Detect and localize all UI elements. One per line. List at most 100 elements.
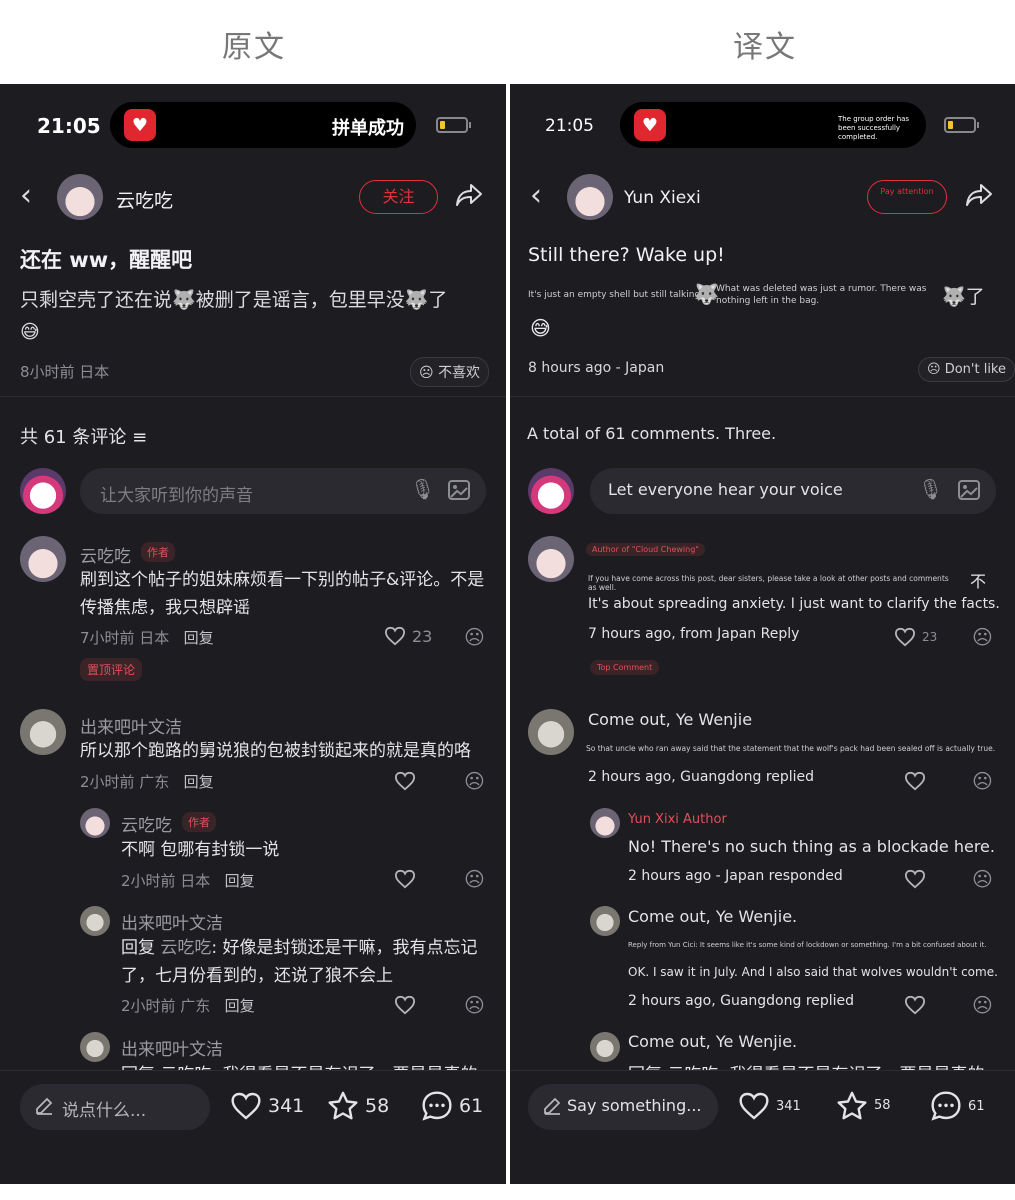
comments-button[interactable]: 61 (930, 1090, 985, 1122)
reply-author-name[interactable]: Come out, Ye Wenjie. (628, 907, 797, 926)
like-button[interactable]: 23 (384, 626, 432, 646)
dynamic-island[interactable]: ♥ The group order has been successfully … (620, 102, 926, 148)
dislike-face-icon[interactable]: ☹ (464, 993, 485, 1017)
dislike-button[interactable]: ☹ Don't like (918, 357, 1015, 382)
dislike-face-icon[interactable]: ☹ (972, 625, 993, 649)
comment-glyph: 不 (970, 572, 987, 591)
reply-author-name[interactable]: 云吃吃 (121, 811, 172, 836)
post-like-button[interactable]: 341 (738, 1091, 801, 1121)
image-icon[interactable] (448, 480, 470, 500)
heart-icon[interactable] (904, 869, 926, 889)
dislike-face-icon[interactable]: ☹ (464, 867, 485, 891)
comment-text: 所以那个跑路的舅说狼的包被封锁起来的就是真的咯 (80, 741, 471, 761)
original-label: 原文 (222, 30, 286, 65)
reply-author-name[interactable]: 出来吧叶文洁 (121, 1035, 223, 1060)
author-name[interactable]: Yun Xiexi (624, 188, 701, 208)
post-like-button[interactable]: 341 (230, 1091, 304, 1121)
reply-avatar[interactable] (80, 906, 110, 936)
dislike-face-icon[interactable]: ☹ (464, 625, 485, 649)
post-like-count: 341 (268, 1095, 305, 1117)
heart-icon[interactable] (904, 995, 926, 1015)
favorite-button[interactable]: 58 (836, 1090, 891, 1121)
say-something-placeholder: 说点什么... (62, 1101, 147, 1121)
reply-author-name[interactable]: Yun Xixi Author (628, 812, 727, 827)
microphone-icon[interactable]: 🎙 (410, 477, 435, 501)
dislike-face-icon[interactable]: ☹ (972, 867, 993, 891)
comment-author-name[interactable]: 出来吧叶文洁 (80, 713, 182, 738)
mention-link[interactable]: 云吃吃 (160, 938, 211, 958)
comment-time: 7小时前 日本 (80, 629, 170, 647)
separator (510, 396, 1015, 397)
author-avatar[interactable] (567, 174, 613, 220)
favorite-button[interactable]: 58 (327, 1090, 389, 1121)
comment-avatar[interactable] (528, 536, 574, 582)
post-body-part-3: 了 (965, 286, 985, 308)
say-something-input[interactable]: 说点什么... (20, 1084, 210, 1130)
heart-icon[interactable] (394, 771, 416, 791)
like-count: 23 (412, 626, 433, 646)
comment-input[interactable]: 让大家听到你的声音 🎙 (80, 468, 486, 514)
chat-bubble-icon (422, 1091, 452, 1121)
heart-icon[interactable] (904, 771, 926, 791)
reply-small-text: Reply from Yun Cici: It seems like it's … (628, 941, 987, 949)
say-something-input[interactable]: Say something... (528, 1084, 718, 1130)
image-icon[interactable] (958, 480, 980, 500)
comment-author-name[interactable]: 云吃吃 (80, 542, 131, 567)
post-body-part-2: What was deleted was just a rumor. There… (716, 284, 927, 306)
author-name[interactable]: 云吃吃 (116, 186, 173, 213)
share-icon[interactable] (964, 182, 994, 208)
pencil-icon (34, 1096, 54, 1116)
reply-link[interactable]: 回复 (184, 773, 214, 791)
reply-text: 不啊 包哪有封锁一说 (121, 840, 280, 860)
comments-button[interactable]: 61 (421, 1090, 483, 1122)
dislike-button[interactable]: ☹ 不喜欢 (410, 357, 490, 387)
heart-icon[interactable] (394, 995, 416, 1015)
heart-icon[interactable] (394, 869, 416, 889)
reply-text: 回复 云吃吃: 好像是封锁还是干嘛，我有点忘记了，七月份看到的，还说了狼不会上 (121, 934, 489, 990)
reply-avatar[interactable] (80, 1032, 110, 1062)
follow-button[interactable]: 关注 (359, 180, 438, 214)
reply-avatar[interactable] (590, 1032, 620, 1062)
comment-count[interactable]: A total of 61 comments. Three. (527, 424, 776, 443)
dynamic-island[interactable]: ♥ 拼单成功 (110, 102, 416, 148)
dislike-face-icon[interactable]: ☹ (464, 769, 485, 793)
reply-meta[interactable]: 2 hours ago - Japan responded (628, 868, 843, 884)
post-body-part-1: 只剩空壳了还在说 (20, 289, 173, 311)
microphone-icon[interactable]: 🎙 (918, 477, 943, 501)
follow-button[interactable]: Pay attention (867, 180, 947, 214)
dislike-face-icon[interactable]: ☹ (972, 769, 993, 793)
star-icon (328, 1091, 358, 1120)
reply-meta[interactable]: 2 hours ago, Guangdong replied (628, 993, 854, 1009)
reply-prefix: 回复 (121, 938, 161, 958)
reply-author-name[interactable]: Come out, Ye Wenjie. (628, 1032, 797, 1051)
island-text: 拼单成功 (332, 118, 404, 139)
comment-input[interactable]: Let everyone hear your voice 🎙 (590, 468, 996, 514)
reply-link[interactable]: 回复 (225, 872, 255, 890)
comment-meta[interactable]: 7 hours ago, from Japan Reply (588, 626, 799, 642)
comment-avatar[interactable] (528, 709, 574, 755)
dislike-face-icon[interactable]: ☹ (972, 993, 993, 1017)
reply-avatar[interactable] (80, 808, 110, 838)
reply-author-name[interactable]: 出来吧叶文洁 (121, 909, 223, 934)
comment-meta[interactable]: 2 hours ago, Guangdong replied (588, 769, 814, 785)
translated-panel: 21:05 ♥ The group order has been success… (510, 84, 1015, 1184)
like-button[interactable]: 23 (894, 627, 937, 647)
heart-icon (231, 1092, 261, 1120)
share-icon[interactable] (454, 182, 484, 208)
author-avatar[interactable] (57, 174, 103, 220)
star-icon (837, 1091, 867, 1120)
comment-avatar[interactable] (20, 536, 66, 582)
comment-count[interactable]: 共 61 条评论 ≡ (20, 423, 147, 449)
reply-link[interactable]: 回复 (184, 629, 214, 647)
dislike-label: Don't like (944, 362, 1006, 377)
reply-link[interactable]: 回复 (225, 997, 255, 1015)
post-body-part-1: It's just an empty shell but still talki… (528, 290, 704, 300)
dislike-face-icon: ☹ (927, 362, 941, 377)
comment-avatar[interactable] (20, 709, 66, 755)
back-chevron-icon[interactable]: ‹ (530, 178, 542, 213)
reply-avatar[interactable] (590, 906, 620, 936)
comment-author-name[interactable]: Come out, Ye Wenjie (588, 710, 752, 729)
reply-avatar[interactable] (590, 808, 620, 838)
reply-time: 2小时前 广东 (121, 997, 211, 1015)
back-chevron-icon[interactable]: ‹ (20, 178, 32, 213)
